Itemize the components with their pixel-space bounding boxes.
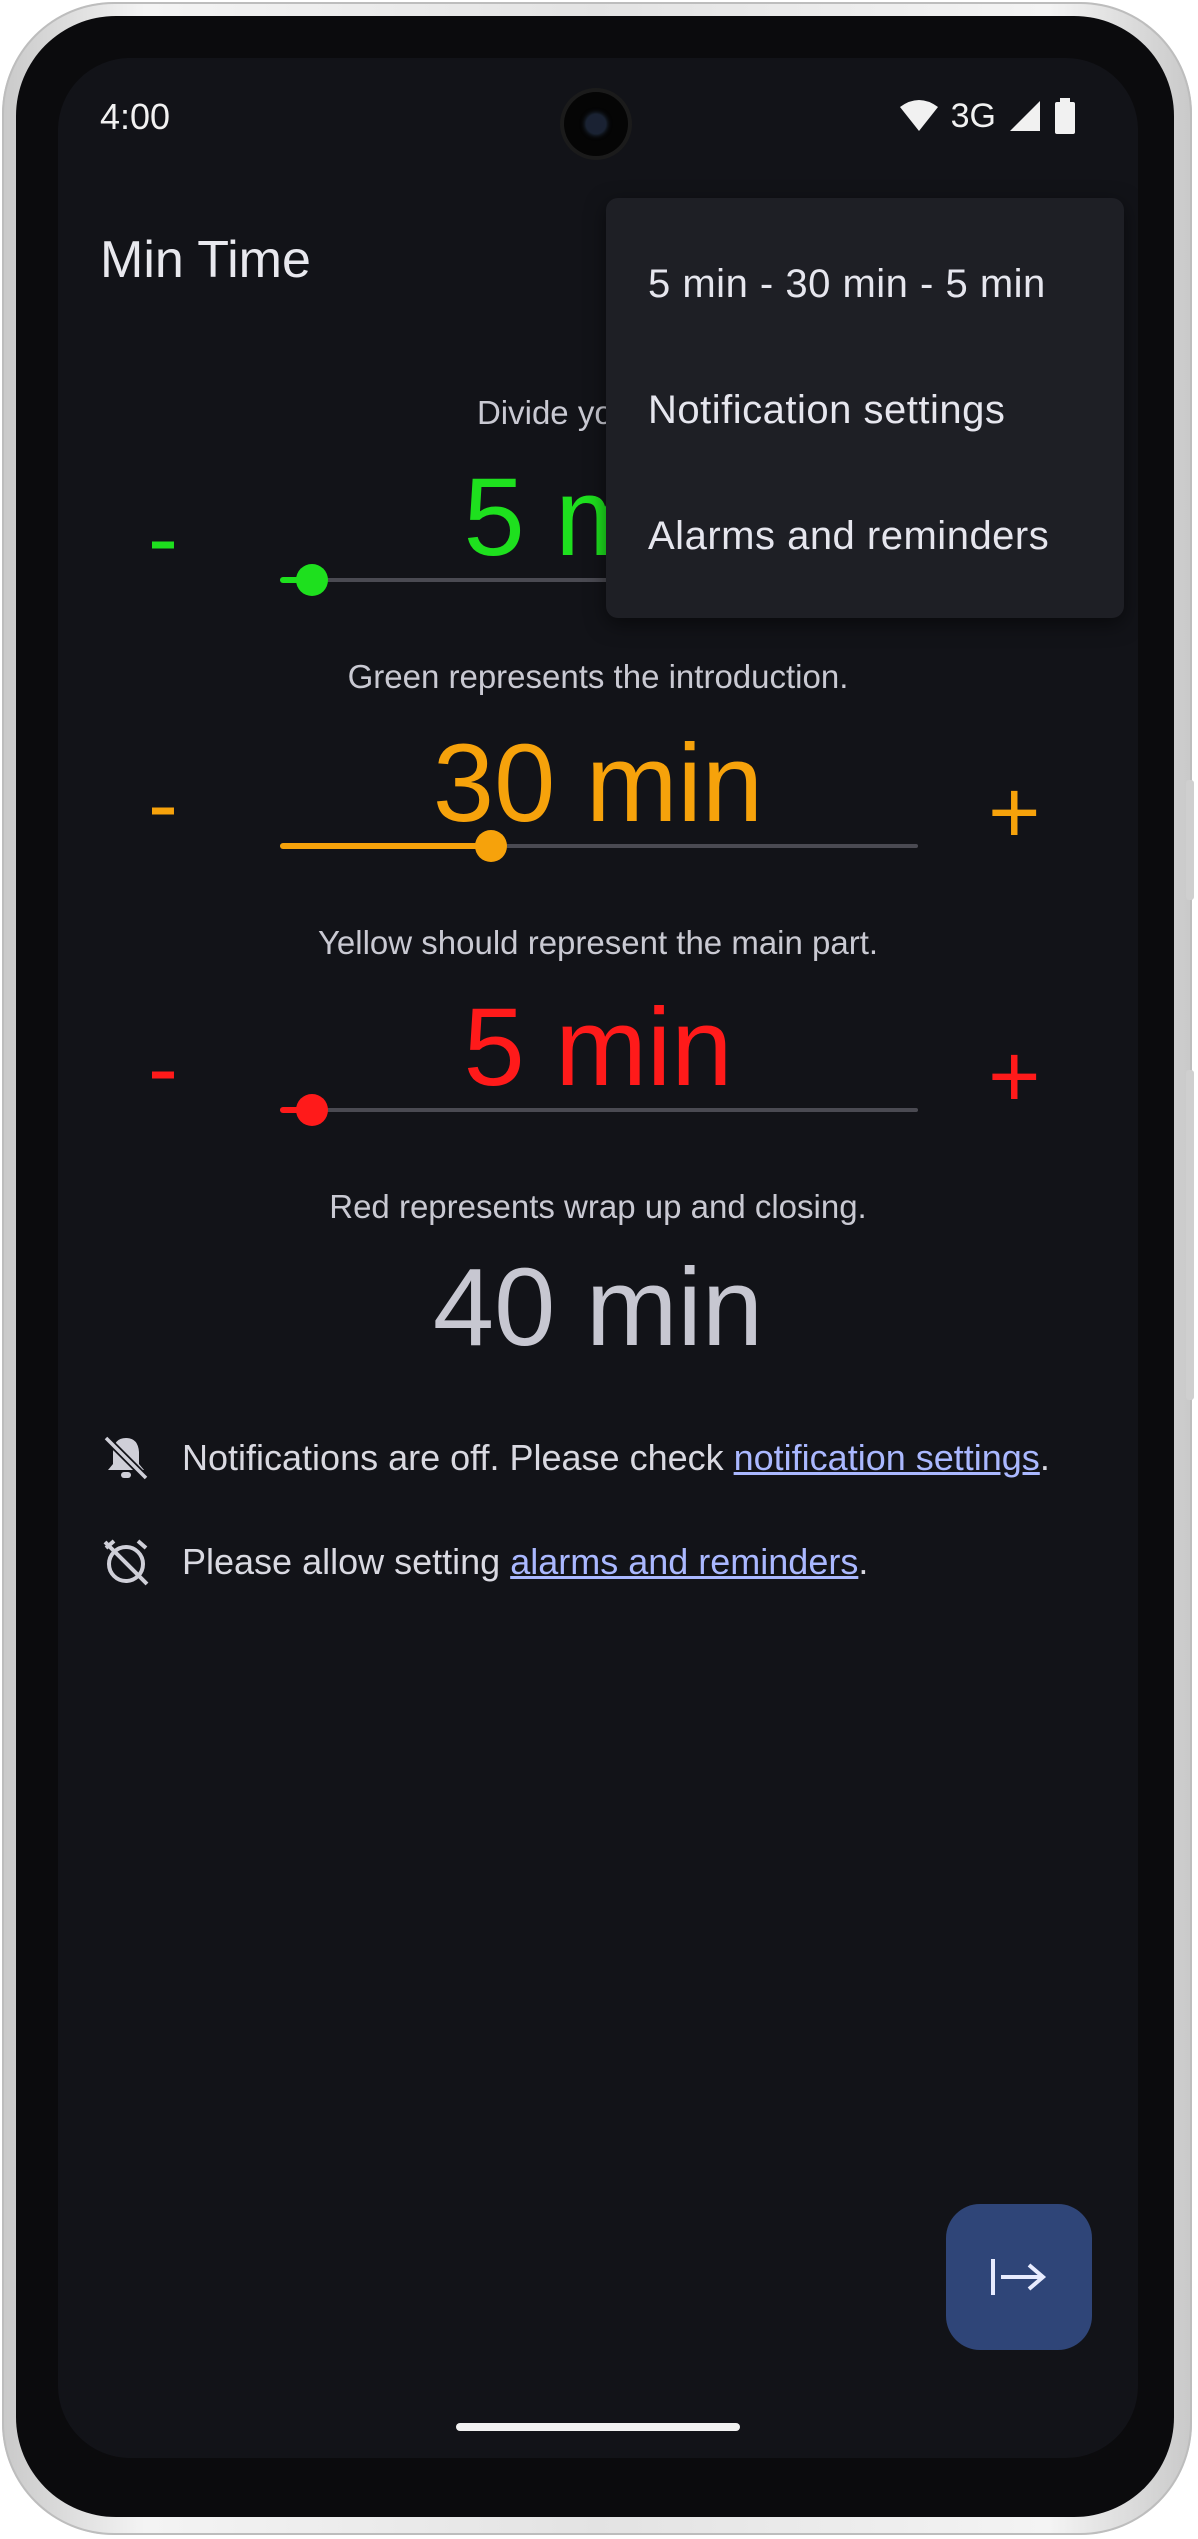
signal-icon bbox=[1010, 101, 1040, 131]
battery-icon bbox=[1055, 98, 1075, 134]
notification-notice-period: . bbox=[1039, 1437, 1050, 1478]
notifications-off-icon bbox=[103, 1435, 149, 1481]
alarms-notice-text: Please allow setting bbox=[182, 1541, 511, 1582]
menu-item-alarms-reminders[interactable]: Alarms and reminders bbox=[648, 514, 1049, 559]
notification-notice-text: Notifications are off. Please check bbox=[182, 1437, 734, 1478]
status-time: 4:00 bbox=[100, 96, 171, 137]
notification-notice: Notifications are off. Please check noti… bbox=[100, 1432, 1050, 1484]
status-icons: 3G bbox=[899, 96, 1076, 136]
closing-increase-button[interactable]: + bbox=[988, 1026, 1041, 1129]
menu-item-preset[interactable]: 5 min - 30 min - 5 min bbox=[648, 262, 1046, 307]
start-button[interactable] bbox=[946, 2204, 1092, 2350]
front-camera bbox=[564, 92, 628, 156]
wifi-icon bbox=[899, 100, 938, 131]
closing-caption: Red represents wrap up and closing. bbox=[329, 1188, 867, 1225]
app-title: Min Time bbox=[100, 231, 311, 289]
volume-button bbox=[1186, 1070, 1194, 1400]
gesture-handle[interactable] bbox=[456, 2423, 740, 2431]
slider-track bbox=[280, 1108, 918, 1112]
overflow-menu: 5 min - 30 min - 5 min Notification sett… bbox=[606, 198, 1124, 618]
main-slider[interactable] bbox=[280, 826, 918, 866]
alarms-notice-period: . bbox=[858, 1541, 869, 1582]
screen: 4:00 3G Min Time Divide your talk i - 5 … bbox=[58, 58, 1138, 2458]
start-arrow-icon bbox=[991, 2259, 1047, 2295]
slider-thumb[interactable] bbox=[295, 564, 328, 596]
main-caption: Yellow should represent the main part. bbox=[317, 924, 879, 961]
intro-caption: Green represents the introduction. bbox=[347, 658, 849, 695]
alarm-off-icon bbox=[103, 1539, 149, 1586]
status-bar: 4:00 3G bbox=[58, 58, 1138, 178]
main-increase-button[interactable]: + bbox=[988, 762, 1041, 865]
slider-fill bbox=[280, 843, 491, 849]
power-button bbox=[1186, 780, 1194, 900]
slider-thumb[interactable] bbox=[474, 830, 507, 862]
alarms-reminders-link[interactable]: alarms and reminders bbox=[510, 1541, 858, 1583]
total-duration: 40 min bbox=[432, 1246, 764, 1369]
alarms-notice: Please allow setting alarms and reminder… bbox=[100, 1536, 868, 1588]
closing-slider[interactable] bbox=[280, 1090, 918, 1130]
slider-thumb[interactable] bbox=[295, 1094, 328, 1126]
network-type-label: 3G bbox=[950, 96, 996, 135]
notification-settings-link[interactable]: notification settings bbox=[734, 1437, 1040, 1479]
menu-item-notification-settings[interactable]: Notification settings bbox=[648, 388, 1005, 433]
